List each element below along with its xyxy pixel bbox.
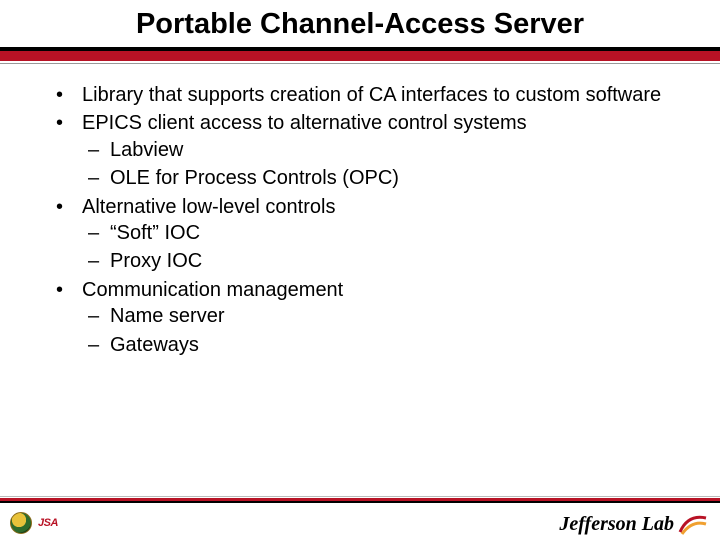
list-item: “Soft” IOC [110, 220, 680, 246]
slide-title: Portable Channel-Access Server [0, 8, 720, 41]
list-item: OLE for Process Controls (OPC) [110, 165, 680, 191]
list-item: Alternative low-level controls “Soft” IO… [82, 194, 680, 275]
jefferson-lab-swoosh-icon [678, 512, 708, 536]
title-area: Portable Channel-Access Server [0, 0, 720, 41]
content-area: Library that supports creation of CA int… [0, 64, 720, 358]
list-item: Labview [110, 137, 680, 163]
bullet-text: Gateways [110, 334, 199, 356]
list-item: Proxy IOC [110, 248, 680, 274]
jsa-abbrev: JSA [38, 517, 58, 529]
sub-list: “Soft” IOC Proxy IOC [82, 220, 680, 275]
list-item: Library that supports creation of CA int… [82, 82, 680, 108]
jefferson-lab-label: Jefferson Lab [559, 513, 674, 536]
bullet-text: Communication management [82, 279, 343, 301]
sub-list: Name server Gateways [82, 303, 680, 358]
bullet-text: Proxy IOC [110, 250, 202, 272]
list-item: Gateways [110, 332, 680, 358]
list-item: Communication management Name server Gat… [82, 277, 680, 358]
divider-red [0, 51, 720, 61]
footer-divider [0, 496, 720, 503]
footer: JSA Jefferson Lab [0, 496, 720, 540]
list-item: EPICS client access to alternative contr… [82, 110, 680, 191]
bullet-text: Name server [110, 305, 224, 327]
bullet-text: EPICS client access to alternative contr… [82, 112, 527, 134]
bullet-list: Library that supports creation of CA int… [40, 82, 680, 358]
title-divider [0, 47, 720, 64]
bullet-text: Labview [110, 139, 183, 161]
bullet-text: Library that supports creation of CA int… [82, 84, 661, 106]
slide: Portable Channel-Access Server Library t… [0, 0, 720, 540]
bullet-text: OLE for Process Controls (OPC) [110, 167, 399, 189]
list-item: Name server [110, 303, 680, 329]
footer-logo-right: Jefferson Lab [559, 512, 708, 536]
doe-seal-icon [10, 512, 32, 534]
footer-logo-left: JSA [10, 512, 58, 534]
sub-list: Labview OLE for Process Controls (OPC) [82, 137, 680, 192]
bullet-text: Alternative low-level controls [82, 196, 335, 218]
bullet-text: “Soft” IOC [110, 222, 200, 244]
